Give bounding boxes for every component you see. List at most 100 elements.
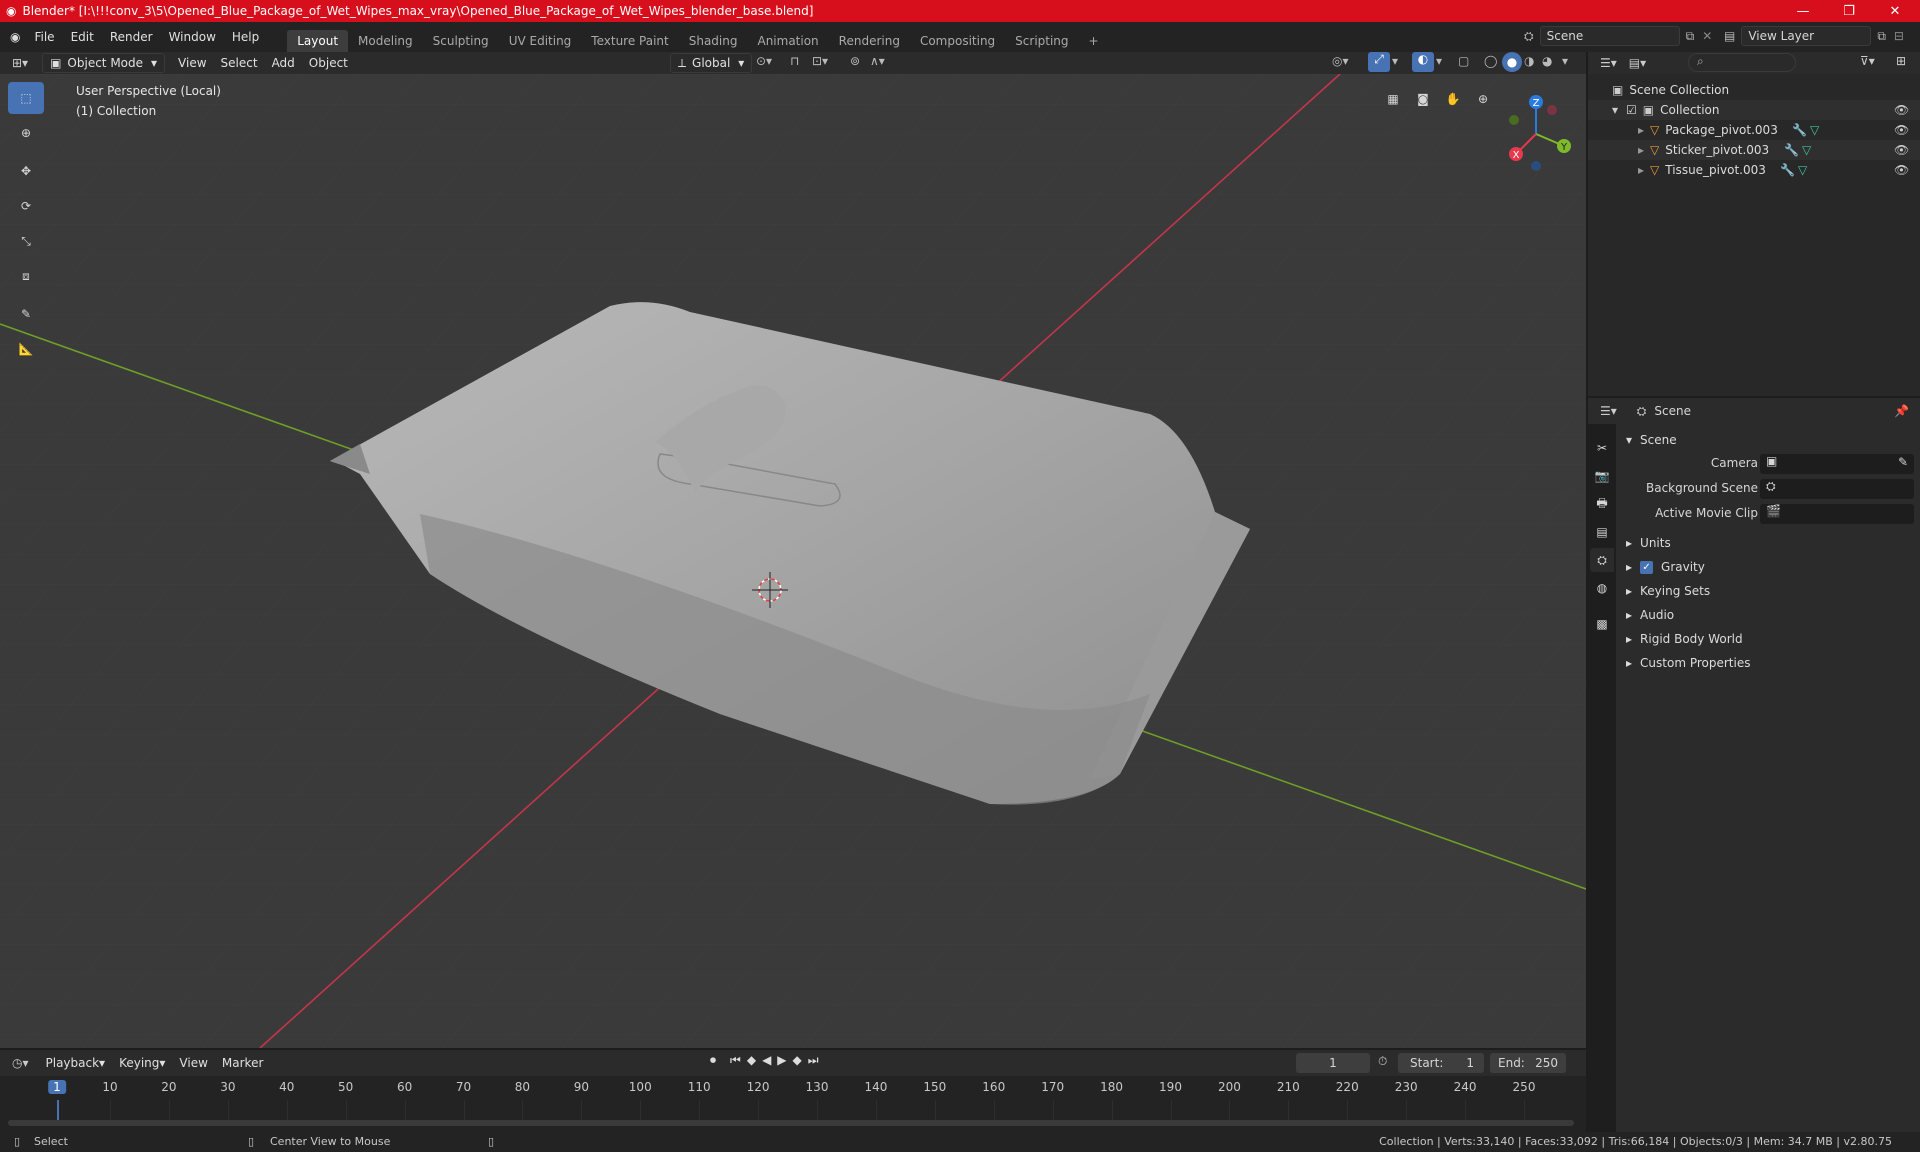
modifier-wrench-icon[interactable]: 🔧 bbox=[1780, 163, 1795, 177]
mesh-data-icon[interactable]: ▽ bbox=[1810, 123, 1819, 137]
annotate-tool-icon[interactable]: ✎ bbox=[8, 298, 44, 330]
audio-panel[interactable]: ▸ Audio bbox=[1620, 603, 1918, 627]
eye-icon[interactable]: 👁 bbox=[1894, 163, 1909, 177]
overlays-icon[interactable]: ◐ bbox=[1412, 52, 1434, 72]
outliner-scene-collection[interactable]: ▣ Scene Collection bbox=[1588, 80, 1920, 100]
tab-compositing[interactable]: Compositing bbox=[910, 30, 1005, 52]
expand-arrow-icon[interactable]: ▸ bbox=[1638, 163, 1644, 177]
checkbox-icon[interactable]: ☑ bbox=[1626, 103, 1637, 117]
modifier-wrench-icon[interactable]: 🔧 bbox=[1784, 143, 1799, 157]
play-reverse-icon[interactable]: ◀ bbox=[762, 1053, 771, 1068]
tab-sculpting[interactable]: Sculpting bbox=[423, 30, 499, 52]
menu-help[interactable]: Help bbox=[224, 26, 267, 48]
maximize-button[interactable]: ❐ bbox=[1826, 0, 1872, 22]
eye-icon[interactable]: 👁 bbox=[1894, 103, 1909, 117]
render-tab-icon[interactable]: 📷 bbox=[1590, 464, 1614, 488]
outliner-object-row[interactable]: ▸ ▽ Package_pivot.003 🔧 ▽ 👁 bbox=[1588, 120, 1920, 140]
tab-animation[interactable]: Animation bbox=[747, 30, 828, 52]
delete-view-layer-icon[interactable]: ⊟ bbox=[1894, 29, 1904, 43]
new-scene-icon[interactable]: ⧉ bbox=[1686, 29, 1695, 44]
measure-tool-icon[interactable]: 📐 bbox=[8, 333, 44, 365]
jump-start-icon[interactable]: ⏮ bbox=[730, 1053, 741, 1068]
tab-scripting[interactable]: Scripting bbox=[1005, 30, 1078, 52]
chevron-down-icon[interactable]: ▾ bbox=[1436, 54, 1442, 68]
play-icon[interactable]: ▶ bbox=[777, 1053, 786, 1068]
gravity-panel[interactable]: ▸ ✓ Gravity bbox=[1620, 555, 1918, 579]
material-shading-icon[interactable]: ◑ bbox=[1524, 54, 1534, 68]
scene-panel-header[interactable]: ▾ Scene bbox=[1620, 428, 1918, 452]
toggle-perspective-icon[interactable]: ▦ bbox=[1380, 86, 1406, 112]
outliner-object-row[interactable]: ▸ ▽ Tissue_pivot.003 🔧 ▽ 👁 bbox=[1588, 160, 1920, 180]
menu-render[interactable]: Render bbox=[102, 26, 161, 48]
jump-end-icon[interactable]: ⏭ bbox=[808, 1053, 819, 1068]
wireframe-shading-icon[interactable]: ◯ bbox=[1484, 54, 1497, 68]
new-collection-icon[interactable]: ⊞ bbox=[1896, 54, 1906, 68]
display-mode-icon[interactable]: ▤▾ bbox=[1629, 56, 1646, 70]
transform-orientation-dropdown[interactable]: ⟂ Global ▾ bbox=[670, 53, 753, 73]
background-scene-field[interactable]: ⛭ bbox=[1760, 479, 1914, 499]
scene-tab-icon[interactable]: ⛭ bbox=[1590, 548, 1614, 572]
pivot-point-icon[interactable]: ⊙▾ bbox=[756, 54, 772, 68]
mode-dropdown[interactable]: ▣ Object Mode ▾ bbox=[42, 53, 166, 73]
mesh-data-icon[interactable]: ▽ bbox=[1798, 163, 1807, 177]
tab-uv-editing[interactable]: UV Editing bbox=[499, 30, 582, 52]
scene-selector[interactable]: ⛭ Scene ⧉ ✕ bbox=[1524, 26, 1712, 46]
minimize-button[interactable]: — bbox=[1780, 0, 1826, 22]
outliner-search-input[interactable]: ⌕ bbox=[1688, 53, 1796, 72]
move-tool-icon[interactable]: ✥ bbox=[8, 155, 44, 187]
chevron-down-icon[interactable]: ▾ bbox=[1392, 54, 1398, 68]
timeline-area[interactable]: 1 10 20 30 40 50 60 70 80 90 100 110 120 130 140 150 160… bbox=[0, 1076, 1586, 1132]
transform-tool-icon[interactable]: ⧈ bbox=[8, 260, 44, 292]
units-panel[interactable]: ▸ Units bbox=[1620, 531, 1918, 555]
outliner-editor-type-icon[interactable]: ☰▾ bbox=[1600, 56, 1617, 70]
stopwatch-icon[interactable]: ⏱ bbox=[1378, 1054, 1387, 1069]
menu-view[interactable]: View bbox=[171, 53, 213, 73]
active-movie-clip-field[interactable]: 🎬 bbox=[1760, 504, 1914, 524]
properties-editor-type-icon[interactable]: ☰▾ bbox=[1600, 404, 1617, 418]
chevron-down-icon[interactable]: ▾ bbox=[1562, 54, 1568, 68]
scale-tool-icon[interactable]: ⤡ bbox=[8, 225, 44, 257]
output-tab-icon[interactable]: 🖶 bbox=[1590, 492, 1614, 516]
filter-icon[interactable]: ⊽▾ bbox=[1860, 54, 1875, 68]
cursor-tool-icon[interactable]: ⊕ bbox=[8, 117, 44, 149]
outliner-collection-row[interactable]: ▾ ☑ ▣ Collection 👁 bbox=[1588, 100, 1920, 120]
blender-menu-icon[interactable]: ◉ bbox=[10, 30, 20, 44]
view-layer-field[interactable]: View Layer bbox=[1741, 26, 1872, 46]
add-workspace-button[interactable]: + bbox=[1079, 30, 1109, 52]
tab-shading[interactable]: Shading bbox=[679, 30, 748, 52]
eye-icon[interactable]: 👁 bbox=[1894, 143, 1909, 157]
current-frame-field[interactable]: 1 bbox=[1296, 1053, 1370, 1073]
view-layer-tab-icon[interactable]: ▤ bbox=[1590, 520, 1614, 544]
mesh-data-icon[interactable]: ▽ bbox=[1802, 143, 1811, 157]
navigation-gizmo[interactable]: Z Y X bbox=[1496, 88, 1582, 174]
falloff-icon[interactable]: ∧▾ bbox=[870, 54, 885, 68]
pin-icon[interactable]: 📌 bbox=[1894, 404, 1909, 418]
menu-playback[interactable]: Playback ▾ bbox=[39, 1053, 113, 1073]
menu-timeline-view[interactable]: View bbox=[172, 1053, 214, 1073]
select-box-tool-icon[interactable]: ⬚ bbox=[8, 82, 44, 114]
rotate-tool-icon[interactable]: ⟳ bbox=[8, 190, 44, 222]
solid-shading-icon[interactable]: ● bbox=[1502, 52, 1522, 72]
menu-object[interactable]: Object bbox=[302, 53, 355, 73]
eye-icon[interactable]: 👁 bbox=[1894, 123, 1909, 137]
zoom-icon[interactable]: ⊕ bbox=[1470, 86, 1496, 112]
custom-properties-panel[interactable]: ▸ Custom Properties bbox=[1620, 651, 1918, 675]
menu-file[interactable]: File bbox=[26, 26, 62, 48]
snap-target-icon[interactable]: ⊡▾ bbox=[812, 54, 828, 68]
menu-marker[interactable]: Marker bbox=[215, 1053, 270, 1073]
xray-icon[interactable]: ▢ bbox=[1458, 54, 1469, 68]
tool-tab-icon[interactable]: ✂ bbox=[1590, 436, 1614, 460]
outliner-object-row[interactable]: ▸ ▽ Sticker_pivot.003 🔧 ▽ 👁 bbox=[1588, 140, 1920, 160]
menu-select[interactable]: Select bbox=[214, 53, 265, 73]
current-frame-indicator[interactable]: 1 bbox=[48, 1080, 66, 1094]
camera-field[interactable]: ▣ ✎ bbox=[1760, 454, 1914, 474]
timeline-scrollbar[interactable] bbox=[8, 1120, 1574, 1126]
camera-view-icon[interactable]: ◙ bbox=[1410, 86, 1436, 112]
record-icon[interactable]: ⏺ bbox=[710, 1053, 716, 1068]
editor-type-icon[interactable]: ⊞▾ bbox=[12, 56, 28, 70]
menu-add[interactable]: Add bbox=[265, 53, 302, 73]
texture-tab-icon[interactable]: ▩ bbox=[1590, 612, 1614, 636]
menu-keying[interactable]: Keying ▾ bbox=[112, 1053, 172, 1073]
new-view-layer-icon[interactable]: ⧉ bbox=[1877, 29, 1886, 44]
delete-scene-icon[interactable]: ✕ bbox=[1702, 29, 1712, 43]
